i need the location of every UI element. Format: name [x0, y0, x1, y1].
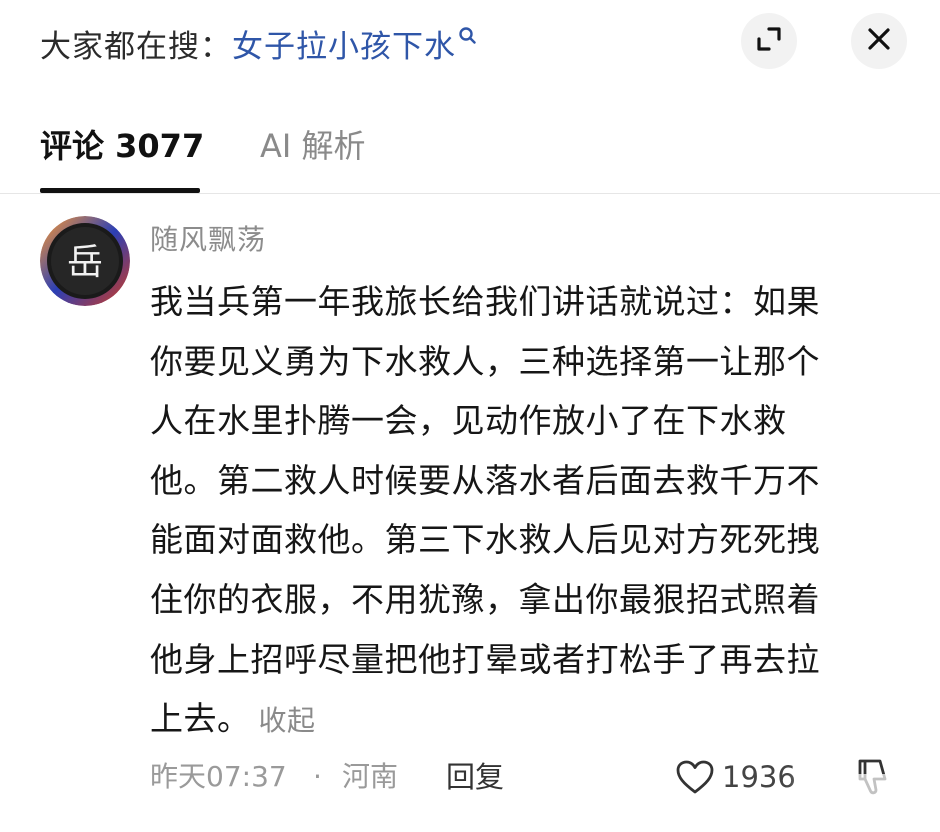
comment-last-line: 上去。 收起 — [150, 689, 895, 751]
comment-line: 他。第二救人时候要从落水者后面去救千万不 — [150, 460, 820, 500]
trending-search-term[interactable]: 女子拉小孩下水 — [232, 21, 456, 66]
tab-ai-analysis[interactable]: AI 解析 — [260, 122, 366, 170]
comment-line: 我当兵第一年我旅长给我们讲话就说过：如果 — [150, 282, 820, 321]
search-icon[interactable] — [458, 22, 476, 52]
comment-line: 你要见义勇为下水救人，三种选择第一让那个 — [150, 341, 820, 381]
comment-line: 能面对面救他。第三下水救人后见对方死死拽 — [150, 520, 820, 560]
comment-line: 他身上招呼尽量把他打晕或者打松手了再去拉 — [150, 639, 820, 679]
close-icon — [865, 25, 893, 57]
comment-line: 人在水里扑腾一会，见动作放小了在下水救 — [150, 401, 787, 441]
close-button[interactable] — [851, 13, 907, 69]
meta-separator: · — [313, 760, 322, 793]
expand-icon — [754, 24, 784, 58]
collapse-link[interactable]: 收起 — [259, 704, 316, 737]
trending-search-bar[interactable]: 大家都在搜： 女子拉小孩下水 — [40, 16, 476, 70]
watermark-overlay — [786, 774, 926, 818]
comment-time: 昨天07:37 — [150, 760, 287, 793]
comment-line: 上去。 — [150, 699, 251, 739]
comments-panel: 大家都在搜： 女子拉小孩下水 评论 3077 AI 解析 岳 随风飘荡 我当兵第… — [0, 0, 940, 832]
tab-divider — [0, 193, 940, 194]
avatar[interactable]: 岳 — [40, 216, 130, 306]
comment-text: 我当兵第一年我旅长给我们讲话就说过：如果 你要见义勇为下水救人，三种选择第一让那… — [150, 272, 895, 751]
like-button[interactable] — [675, 759, 715, 795]
like-count: 1936 — [722, 760, 796, 794]
avatar-glyph: 岳 — [67, 242, 103, 283]
heart-icon — [675, 760, 715, 799]
tab-comments[interactable]: 评论 3077 — [40, 122, 204, 170]
comment-username[interactable]: 随风飘荡 — [150, 218, 266, 258]
expand-button[interactable] — [741, 13, 797, 69]
comment-location: 河南 — [342, 760, 399, 793]
comment-line: 住你的衣服，不用犹豫，拿出你最狠招式照着 — [150, 579, 820, 619]
trending-search-prefix: 大家都在搜： — [40, 28, 232, 65]
reply-button[interactable]: 回复 — [446, 757, 504, 797]
